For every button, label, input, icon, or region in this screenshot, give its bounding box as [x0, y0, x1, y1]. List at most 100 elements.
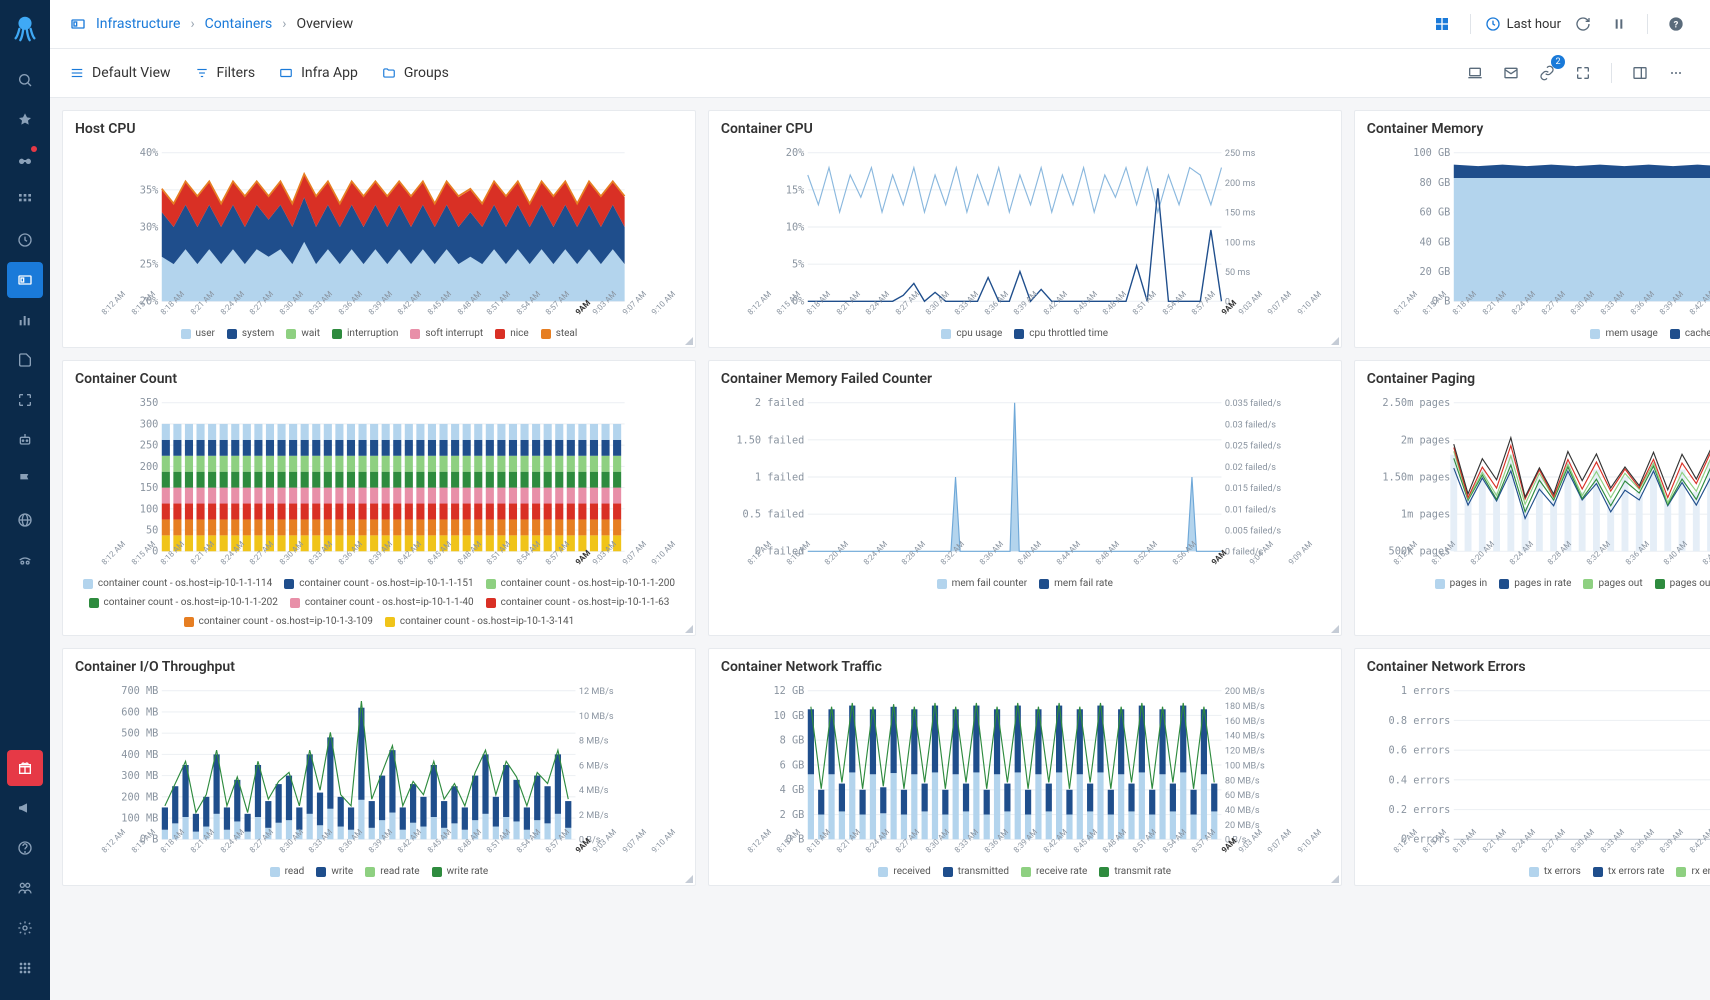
panel-title[interactable]: Container CPU	[721, 121, 1329, 137]
help-icon[interactable]: ?	[1662, 10, 1690, 38]
nav-help-icon[interactable]	[7, 830, 43, 866]
toolbar-mail-icon[interactable]	[1497, 59, 1525, 87]
legend-item[interactable]: user	[181, 328, 215, 339]
chart-svg[interactable]: 700 MB600 MB500 MB400 MB300 MB200 MB100 …	[75, 685, 683, 845]
legend-item[interactable]: interruption	[332, 328, 398, 339]
chart-svg[interactable]: 350300250200150100500	[75, 397, 683, 557]
app-logo[interactable]	[10, 12, 40, 42]
legend-item[interactable]: tx errors rate	[1593, 866, 1665, 877]
resize-handle[interactable]	[685, 337, 693, 345]
nav-robot-icon[interactable]	[7, 422, 43, 458]
legend-item[interactable]: pages in rate	[1499, 578, 1571, 589]
resize-handle[interactable]	[685, 875, 693, 883]
panel-title[interactable]: Host CPU	[75, 121, 683, 137]
nav-rocket-icon[interactable]	[7, 102, 43, 138]
legend-item[interactable]: received	[878, 866, 930, 877]
legend-item[interactable]: wait	[286, 328, 320, 339]
legend-item[interactable]: read rate	[365, 866, 419, 877]
panel-title[interactable]: Container Network Traffic	[721, 659, 1329, 675]
panel-title[interactable]: Container Memory Failed Counter	[721, 371, 1329, 387]
time-range-selector[interactable]: Last hour	[1485, 16, 1561, 32]
toolbar-expand-icon[interactable]	[1569, 59, 1597, 87]
chart-area[interactable]: 12 GB10 GB8 GB6 GB4 GB2 GB0 B200 MB/s180…	[721, 685, 1329, 845]
legend-item[interactable]: system	[227, 328, 274, 339]
panel-title[interactable]: Container Network Errors	[1367, 659, 1710, 675]
legend-item[interactable]: container count - os.host=ip-10-1-1-40	[290, 597, 474, 608]
toolbar-panel-icon[interactable]	[1626, 59, 1654, 87]
chart-svg[interactable]: 1 errors0.8 errors0.6 errors0.4 errors0.…	[1367, 685, 1710, 845]
toolbar-groups[interactable]: Groups	[382, 65, 449, 81]
legend-item[interactable]: soft interrupt	[410, 328, 483, 339]
legend-item[interactable]: pages in	[1435, 578, 1488, 589]
legend-item[interactable]: nice	[495, 328, 529, 339]
legend-item[interactable]: steal	[541, 328, 578, 339]
legend-item[interactable]: mem fail counter	[937, 578, 1028, 589]
chart-svg[interactable]: 12 GB10 GB8 GB6 GB4 GB2 GB0 B200 MB/s180…	[721, 685, 1329, 845]
toolbar-more-icon[interactable]	[1662, 59, 1690, 87]
legend-item[interactable]: container count - os.host=ip-10-1-1-63	[486, 597, 670, 608]
panel-title[interactable]: Container Paging	[1367, 371, 1710, 387]
legend-item[interactable]: mem usage	[1590, 328, 1657, 339]
toolbar-infra-app[interactable]: Infra App	[279, 65, 358, 81]
nav-clock-icon[interactable]	[7, 222, 43, 258]
toolbar-link-icon[interactable]: 2	[1533, 59, 1561, 87]
legend-item[interactable]: receive rate	[1021, 866, 1087, 877]
chart-svg[interactable]: 100 GB80 GB60 GB40 GB20 GB0 B	[1367, 147, 1710, 307]
legend-item[interactable]: cache memory	[1670, 328, 1710, 339]
legend-item[interactable]: tx errors	[1529, 866, 1581, 877]
legend-item[interactable]: write	[316, 866, 353, 877]
refresh-icon[interactable]	[1569, 10, 1597, 38]
panel-title[interactable]: Container Memory	[1367, 121, 1710, 137]
toolbar-default-view[interactable]: Default View	[70, 65, 171, 81]
legend-item[interactable]: container count - os.host=ip-10-1-3-141	[385, 616, 574, 627]
legend-item[interactable]: pages out rate	[1655, 578, 1710, 589]
nav-infrastructure-icon[interactable]	[7, 262, 43, 298]
legend-item[interactable]: read	[270, 866, 305, 877]
breadcrumb-containers[interactable]: Containers	[205, 16, 273, 32]
nav-gift-icon[interactable]	[7, 750, 43, 786]
nav-fullscreen-icon[interactable]	[7, 382, 43, 418]
chart-area[interactable]: 700 MB600 MB500 MB400 MB300 MB200 MB100 …	[75, 685, 683, 845]
legend-item[interactable]: container count - os.host=ip-10-1-3-109	[184, 616, 373, 627]
legend-item[interactable]: cpu throttled time	[1014, 328, 1108, 339]
nav-flag-icon[interactable]	[7, 462, 43, 498]
nav-apps-icon[interactable]	[7, 182, 43, 218]
search-icon[interactable]	[7, 62, 43, 98]
legend-item[interactable]: mem fail rate	[1039, 578, 1113, 589]
chart-svg[interactable]: 20%15%10%5%0%250 ms200 ms150 ms100 ms50 …	[721, 147, 1329, 307]
legend-item[interactable]: write rate	[432, 866, 489, 877]
legend-item[interactable]: pages out	[1583, 578, 1642, 589]
nav-people-icon[interactable]	[7, 870, 43, 906]
nav-settings-icon[interactable]	[7, 910, 43, 946]
breadcrumb-infrastructure[interactable]: Infrastructure	[96, 16, 180, 32]
resize-handle[interactable]	[1331, 875, 1339, 883]
legend-item[interactable]: container count - os.host=ip-10-1-1-200	[486, 578, 675, 589]
panel-title[interactable]: Container I/O Throughput	[75, 659, 683, 675]
nav-binoculars-icon[interactable]	[7, 142, 43, 178]
legend-item[interactable]: transmitted	[943, 866, 1009, 877]
legend-item[interactable]: container count - os.host=ip-10-1-1-151	[284, 578, 473, 589]
legend-item[interactable]: rx errors	[1676, 866, 1710, 877]
toolbar-laptop-icon[interactable]	[1461, 59, 1489, 87]
grid-view-icon[interactable]	[1428, 10, 1456, 38]
pause-icon[interactable]	[1605, 10, 1633, 38]
chart-area[interactable]: 100 GB80 GB60 GB40 GB20 GB0 B	[1367, 147, 1710, 307]
toolbar-filters[interactable]: Filters	[195, 65, 256, 81]
resize-handle[interactable]	[1331, 625, 1339, 633]
resize-handle[interactable]	[685, 625, 693, 633]
legend-item[interactable]: container count - os.host=ip-10-1-1-202	[89, 597, 278, 608]
nav-anon-icon[interactable]	[7, 542, 43, 578]
resize-handle[interactable]	[1331, 337, 1339, 345]
nav-document-icon[interactable]	[7, 342, 43, 378]
chart-svg[interactable]: 40%35%30%25%20%	[75, 147, 683, 307]
legend-item[interactable]: cpu usage	[941, 328, 1002, 339]
chart-area[interactable]: 350300250200150100500	[75, 397, 683, 557]
nav-metrics-icon[interactable]	[7, 302, 43, 338]
chart-area[interactable]: 20%15%10%5%0%250 ms200 ms150 ms100 ms50 …	[721, 147, 1329, 307]
chart-area[interactable]: 1 errors0.8 errors0.6 errors0.4 errors0.…	[1367, 685, 1710, 845]
panel-title[interactable]: Container Count	[75, 371, 683, 387]
legend-item[interactable]: container count - os.host=ip-10-1-1-114	[83, 578, 272, 589]
nav-announce-icon[interactable]	[7, 790, 43, 826]
nav-grid-icon[interactable]	[7, 950, 43, 986]
nav-globe-icon[interactable]	[7, 502, 43, 538]
